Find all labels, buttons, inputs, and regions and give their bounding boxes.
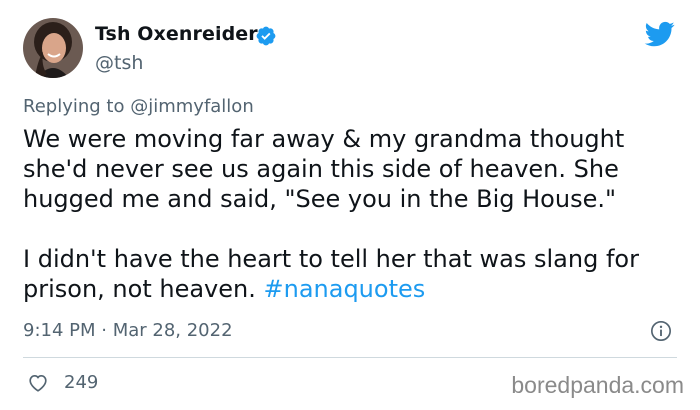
- divider: [23, 357, 677, 358]
- reply-prefix: Replying to: [23, 96, 125, 117]
- hashtag-link[interactable]: #nanaquotes: [264, 275, 426, 303]
- author-display-name[interactable]: Tsh Oxenreider: [95, 23, 258, 45]
- info-icon[interactable]: [650, 320, 672, 342]
- like-count: 249: [64, 372, 99, 393]
- twitter-bird-icon[interactable]: [643, 19, 677, 49]
- reply-mention-link[interactable]: @jimmyfallon: [130, 96, 254, 117]
- reply-context: Replying to @jimmyfallon: [23, 96, 254, 117]
- tweet-text: We were moving far away & my grandma tho…: [23, 124, 683, 304]
- tweet-card: Tsh Oxenreider @tsh Replying to @jimmyfa…: [0, 0, 700, 410]
- heart-icon[interactable]: [26, 372, 50, 394]
- tweet-timestamp[interactable]: 9:14 PM · Mar 28, 2022: [23, 320, 233, 341]
- author-handle[interactable]: @tsh: [95, 52, 143, 74]
- avatar-image: [23, 18, 83, 78]
- tweet-paragraph-1: We were moving far away & my grandma tho…: [23, 125, 625, 213]
- source-watermark: boredpanda.com: [511, 372, 684, 398]
- verified-badge-icon: [256, 26, 276, 46]
- avatar[interactable]: [23, 18, 83, 78]
- tweet-paragraph-2: I didn't have the heart to tell her that…: [23, 244, 683, 304]
